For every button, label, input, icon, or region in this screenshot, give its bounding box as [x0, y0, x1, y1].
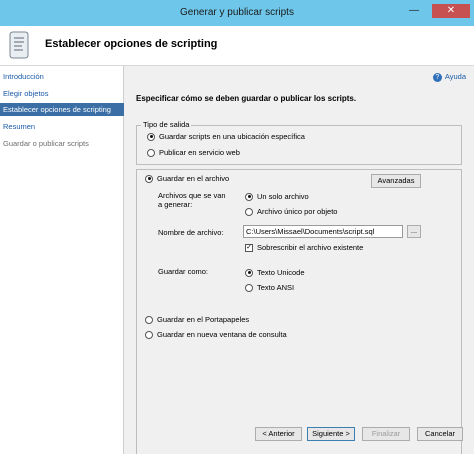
help-link[interactable]: ? Ayuda: [432, 72, 466, 82]
radio-single-file[interactable]: Un solo archivo: [245, 192, 309, 201]
output-type-group: Tipo de salida Guardar scripts en una ub…: [136, 120, 462, 165]
page-title: Establecer opciones de scripting: [45, 38, 218, 50]
nav-item-opciones-scripting[interactable]: Establecer opciones de scripting: [0, 103, 124, 116]
radio-label: Texto Unicode: [257, 268, 305, 277]
file-name-input[interactable]: C:\Users\Missael\Documents\script.sql: [243, 225, 403, 238]
radio-label: Un solo archivo: [257, 192, 309, 201]
checkbox-indicator: ✓: [245, 243, 253, 252]
radio-indicator: [147, 148, 155, 157]
radio-publish-web-service[interactable]: Publicar en servicio web: [147, 148, 240, 157]
radio-label: Publicar en servicio web: [159, 148, 240, 157]
radio-label: Guardar en el archivo: [157, 174, 230, 183]
radio-label: Guardar scripts en una ubicación específ…: [159, 132, 305, 141]
title-bar: Generar y publicar scripts — ✕: [0, 0, 474, 26]
advanced-button[interactable]: Avanzadas: [371, 174, 421, 188]
radio-label: Guardar en nueva ventana de consulta: [157, 330, 287, 339]
back-button[interactable]: < Anterior: [255, 427, 302, 441]
output-type-legend: Tipo de salida: [141, 120, 192, 129]
next-button[interactable]: Siguiente >: [307, 427, 355, 441]
radio-label: Guardar en el Portapapeles: [157, 315, 250, 324]
radio-indicator: [145, 315, 153, 324]
radio-label: Archivo único por objeto: [257, 207, 338, 216]
help-label: Ayuda: [444, 72, 466, 81]
radio-indicator: [145, 174, 153, 183]
instruction-text: Especificar cómo se deben guardar o publ…: [136, 94, 357, 103]
checkbox-label: Sobrescribir el archivo existente: [257, 243, 364, 252]
files-label-line1: Archivos que se van: [158, 191, 226, 200]
nav-item-guardar-publicar: Guardar o publicar scripts: [3, 139, 89, 148]
finish-button: Finalizar: [362, 427, 410, 441]
nav-item-elegir-objetos[interactable]: Elegir objetos: [0, 87, 124, 100]
files-label-line2: a generar:: [158, 200, 193, 209]
file-name-label: Nombre de archivo:: [158, 228, 224, 237]
wizard-header: Establecer opciones de scripting: [0, 26, 474, 66]
radio-save-to-query-window[interactable]: Guardar en nueva ventana de consulta: [145, 330, 287, 339]
radio-indicator: [245, 207, 253, 216]
radio-save-to-file[interactable]: Guardar en el archivo: [145, 174, 229, 183]
cancel-button[interactable]: Cancelar: [417, 427, 463, 441]
save-as-label: Guardar como:: [158, 267, 209, 276]
radio-indicator: [145, 330, 153, 339]
minimize-button[interactable]: —: [402, 4, 426, 18]
radio-indicator: [245, 268, 253, 277]
browse-button[interactable]: ...: [407, 225, 421, 238]
scroll-icon: [9, 31, 29, 59]
radio-unicode-text[interactable]: Texto Unicode: [245, 268, 305, 277]
radio-indicator: [245, 283, 253, 292]
radio-indicator: [147, 132, 155, 141]
radio-ansi-text[interactable]: Texto ANSI: [245, 283, 294, 292]
radio-label: Texto ANSI: [257, 283, 295, 292]
radio-save-to-clipboard[interactable]: Guardar en el Portapapeles: [145, 315, 249, 324]
wizard-nav: Introducción Elegir objetos Establecer o…: [0, 66, 124, 454]
radio-indicator: [245, 192, 253, 201]
close-button[interactable]: ✕: [432, 4, 470, 18]
nav-item-resumen[interactable]: Resumen: [0, 120, 124, 133]
files-to-generate-label: Archivos que se van a generar:: [158, 191, 226, 209]
overwrite-checkbox[interactable]: ✓ Sobrescribir el archivo existente: [245, 243, 363, 252]
main-panel: ? Ayuda Especificar cómo se deben guardar…: [125, 66, 474, 454]
nav-item-introduccion[interactable]: Introducción: [0, 70, 124, 83]
save-options-group: Guardar en el archivo Avanzadas Archivos…: [136, 169, 462, 454]
radio-save-specific-location[interactable]: Guardar scripts en una ubicación específ…: [147, 132, 305, 141]
help-icon: ?: [432, 73, 442, 82]
radio-file-per-object[interactable]: Archivo único por objeto: [245, 207, 337, 216]
